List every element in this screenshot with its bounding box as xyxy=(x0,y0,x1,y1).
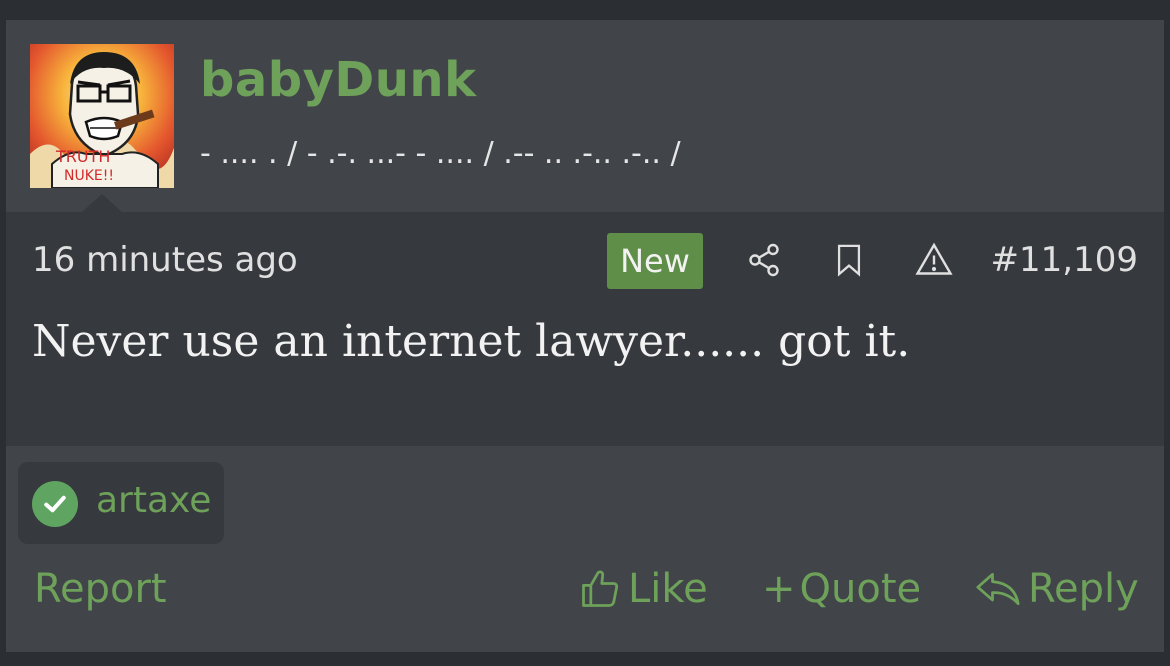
warning-icon[interactable] xyxy=(912,238,956,282)
svg-text:NUKE!!: NUKE!! xyxy=(64,168,114,184)
check-circle-icon xyxy=(32,481,78,527)
user-title: - .... . / - .-. ...- - .... / .-- .. .-… xyxy=(200,136,681,171)
quote-label: Quote xyxy=(799,566,922,612)
like-button[interactable]: Like xyxy=(578,566,708,612)
username[interactable]: babyDunk xyxy=(200,52,477,108)
thumbs-up-icon xyxy=(582,570,619,607)
report-link[interactable]: Report xyxy=(34,566,167,612)
header-pointer xyxy=(82,194,122,212)
new-badge: New xyxy=(607,233,703,289)
user-header: TRUTH NUKE!! babyDunk - .... . / - .-. .… xyxy=(6,20,1164,212)
post-number[interactable]: #11,109 xyxy=(991,240,1138,280)
like-label: Like xyxy=(628,566,708,612)
quote-button[interactable]: + Quote xyxy=(762,566,921,612)
report-label: Report xyxy=(34,566,167,612)
avatar-image: TRUTH NUKE!! xyxy=(30,44,174,188)
reaction-user[interactable]: artaxe xyxy=(96,480,211,521)
post-body: 16 minutes ago New #11,109 Never use an … xyxy=(6,212,1164,446)
bookmark-icon[interactable] xyxy=(827,238,871,282)
reaction-bar[interactable]: artaxe xyxy=(18,462,224,544)
avatar[interactable]: TRUTH NUKE!! xyxy=(30,44,174,188)
post-timestamp[interactable]: 16 minutes ago xyxy=(32,240,298,280)
svg-text:TRUTH: TRUTH xyxy=(55,147,110,166)
plus-icon: + xyxy=(762,566,796,612)
reply-button[interactable]: Reply xyxy=(974,566,1139,612)
post-message: Never use an internet lawyer...... got i… xyxy=(32,316,911,367)
reply-label: Reply xyxy=(1028,566,1139,612)
share-icon[interactable] xyxy=(742,238,786,282)
post: TRUTH NUKE!! babyDunk - .... . / - .-. .… xyxy=(6,20,1164,652)
reply-arrow-icon xyxy=(976,572,1020,606)
